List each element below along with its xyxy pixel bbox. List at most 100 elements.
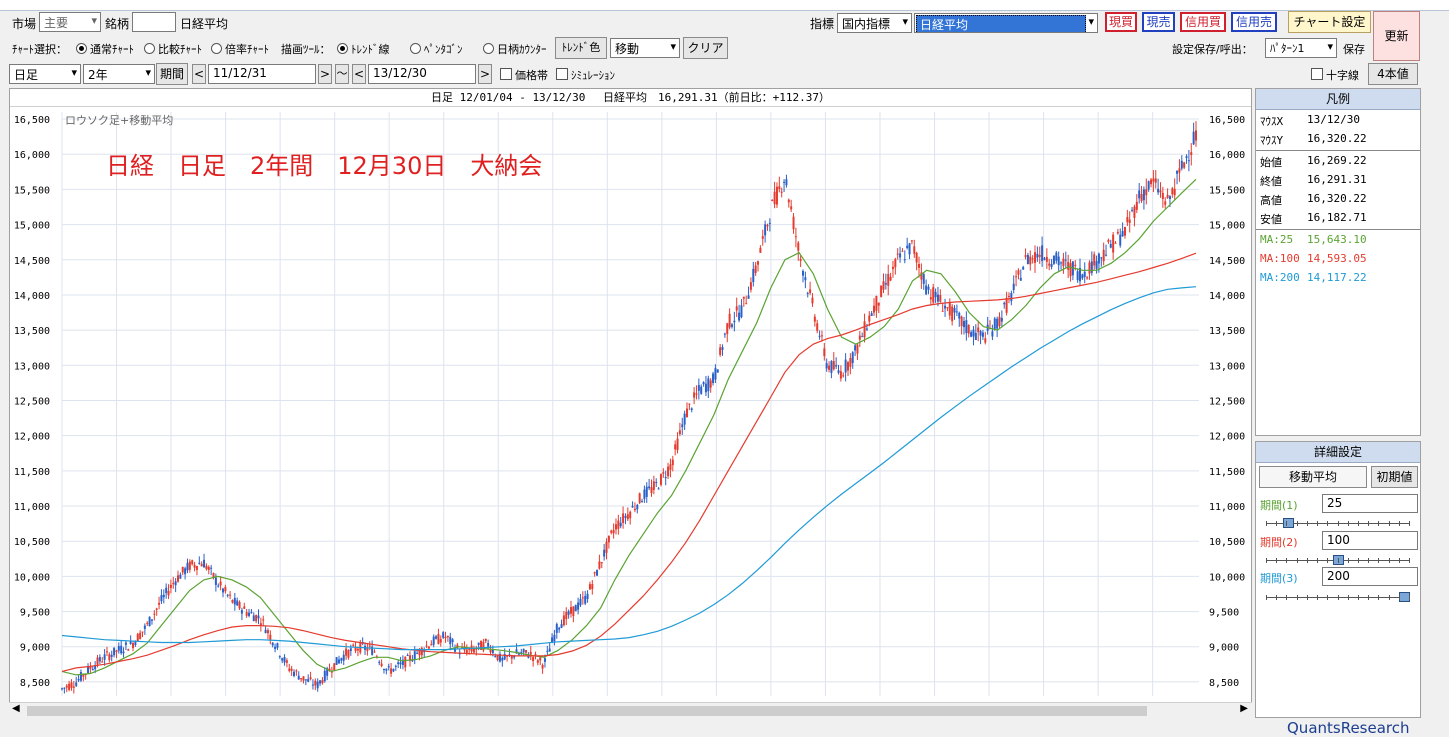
crosshair-checkbox[interactable]: 十字線 <box>1311 67 1359 83</box>
sell-margin-button[interactable]: 信用売 <box>1231 12 1277 32</box>
candle-body <box>63 687 66 689</box>
period2-slider[interactable] <box>1266 555 1410 567</box>
candle-body <box>390 668 393 674</box>
candle-body <box>1173 188 1176 196</box>
slider-knob[interactable] <box>1283 518 1295 528</box>
buy-spot-button[interactable]: 現買 <box>1105 12 1137 32</box>
period3-slider[interactable] <box>1266 592 1410 604</box>
candle-body <box>588 584 591 590</box>
radio-trendline[interactable]: ﾄﾚﾝﾄﾞ線 <box>337 41 390 57</box>
candle-body <box>1102 249 1105 262</box>
scroll-right-icon[interactable]: ▶ <box>1240 703 1248 714</box>
candle-body <box>167 590 170 596</box>
candle-body <box>1183 162 1186 168</box>
candle-body <box>65 685 68 688</box>
market-select[interactable]: 主要 <box>39 12 101 32</box>
pattern-select[interactable]: ﾊﾟﾀｰﾝ1 <box>1265 38 1337 58</box>
candle-body <box>191 560 194 565</box>
period1-slider[interactable] <box>1266 518 1410 530</box>
scroll-left-icon[interactable]: ◀ <box>12 703 20 714</box>
candle-body <box>226 594 229 596</box>
y-tick-label-right: 14,500 <box>1209 256 1245 267</box>
period3-input[interactable]: 200 <box>1322 567 1418 586</box>
candle-body <box>792 216 795 230</box>
period-button[interactable]: 期間 <box>156 63 188 85</box>
checkbox-icon <box>556 68 568 80</box>
price-band-checkbox[interactable]: 価格帯 <box>500 67 548 83</box>
candle-body <box>1093 254 1096 266</box>
end-next-button[interactable]: > <box>478 64 492 84</box>
start-next-button[interactable]: > <box>318 64 332 84</box>
four-values-button[interactable]: 4本値 <box>1368 63 1418 85</box>
tab-moving-average[interactable]: 移動平均 <box>1259 466 1367 488</box>
chart-settings-button[interactable]: チャート設定 <box>1288 11 1371 33</box>
indicator-category-select[interactable]: 国内指標 <box>837 13 912 33</box>
end-prev-button[interactable]: < <box>352 64 366 84</box>
candle-body <box>915 252 918 263</box>
ma200-value: 14,117.22 <box>1307 271 1367 284</box>
save-button[interactable]: 保存 <box>1343 41 1365 57</box>
start-prev-button[interactable]: < <box>192 64 206 84</box>
candle-body <box>309 677 312 680</box>
candle-body <box>484 638 487 642</box>
chart-subtitle: ロウソク足+移動平均 <box>65 113 173 127</box>
interval-select[interactable]: 日足 <box>9 64 81 84</box>
period2-input[interactable]: 100 <box>1322 531 1418 550</box>
candle-body <box>420 647 423 656</box>
candle-body <box>993 318 996 330</box>
candle-body <box>972 329 975 337</box>
chart-area[interactable]: 日足 12/01/04 - 13/12/30 日経平均 16,291.31（前日… <box>9 88 1252 718</box>
y-tick-label-right: 12,000 <box>1209 432 1245 443</box>
candle-body <box>865 328 868 330</box>
price-chart[interactable]: 16,500 16,500 16,000 16,000 15,500 15,500 15,0… <box>10 106 1251 718</box>
indicator-select[interactable]: 日経平均 <box>914 13 1098 33</box>
candle-body <box>991 331 994 337</box>
y-tick-label-left: 14,000 <box>14 291 50 302</box>
candle-body <box>610 530 613 533</box>
reset-defaults-button[interactable]: 初期値 <box>1371 466 1418 488</box>
candle-body <box>153 613 156 615</box>
candle-body <box>584 595 587 604</box>
candle-body <box>719 347 722 355</box>
radio-pentagon[interactable]: ﾍﾟﾝﾀｺﾞﾝ <box>410 41 463 57</box>
symbol-input[interactable] <box>132 12 176 32</box>
scroll-thumb[interactable] <box>27 706 1147 716</box>
period1-input[interactable]: 25 <box>1322 494 1418 513</box>
candle-body <box>965 320 968 333</box>
candle-body <box>1052 255 1055 264</box>
candle-body <box>1123 226 1126 236</box>
candle-body <box>399 662 402 665</box>
radio-normal-chart[interactable]: 通常ﾁｬｰﾄ <box>76 41 134 57</box>
candle-body <box>811 297 814 304</box>
end-date-input[interactable]: 13/12/30 <box>368 64 476 84</box>
candle-body <box>600 562 603 564</box>
sell-spot-button[interactable]: 現売 <box>1142 12 1175 32</box>
start-date-input[interactable]: 11/12/31 <box>208 64 316 84</box>
candle-body <box>730 324 733 327</box>
clear-button[interactable]: クリア <box>683 37 728 59</box>
candle-body <box>735 306 738 311</box>
candle-body <box>607 535 610 543</box>
candle-body <box>188 561 191 570</box>
candle-body <box>889 276 892 281</box>
radio-ratio-chart[interactable]: 倍率ﾁｬｰﾄ <box>211 41 269 57</box>
candle-body <box>939 294 942 302</box>
candle-body <box>378 661 381 663</box>
move-select[interactable]: 移動 <box>610 38 680 58</box>
candle-body <box>1019 277 1022 281</box>
candle-body <box>681 424 684 428</box>
chart-scrollbar[interactable]: ◀ ▶ <box>9 702 1252 719</box>
simulation-checkbox[interactable]: ｼﾐｭﾚｰｼｮﾝ <box>556 67 615 83</box>
candle-body <box>984 338 987 343</box>
buy-margin-button[interactable]: 信用買 <box>1180 12 1226 32</box>
radio-date-counter[interactable]: 日柄ｶｳﾝﾀｰ <box>483 41 547 57</box>
trend-color-button[interactable]: ﾄﾚﾝﾄﾞ色 <box>555 37 607 59</box>
candle-body <box>139 632 142 639</box>
candle-body <box>1150 179 1153 185</box>
legend-panel: 凡例 ﾏｳｽX 13/12/30 ﾏｳｽY 16,320.22 始値 16,269.2… <box>1255 88 1421 436</box>
candle-body <box>356 648 359 651</box>
radio-compare-chart[interactable]: 比較ﾁｬｰﾄ <box>144 41 202 57</box>
candle-body <box>712 373 715 383</box>
span-select[interactable]: 2年 <box>83 64 155 84</box>
refresh-button[interactable]: 更新 <box>1373 11 1420 61</box>
